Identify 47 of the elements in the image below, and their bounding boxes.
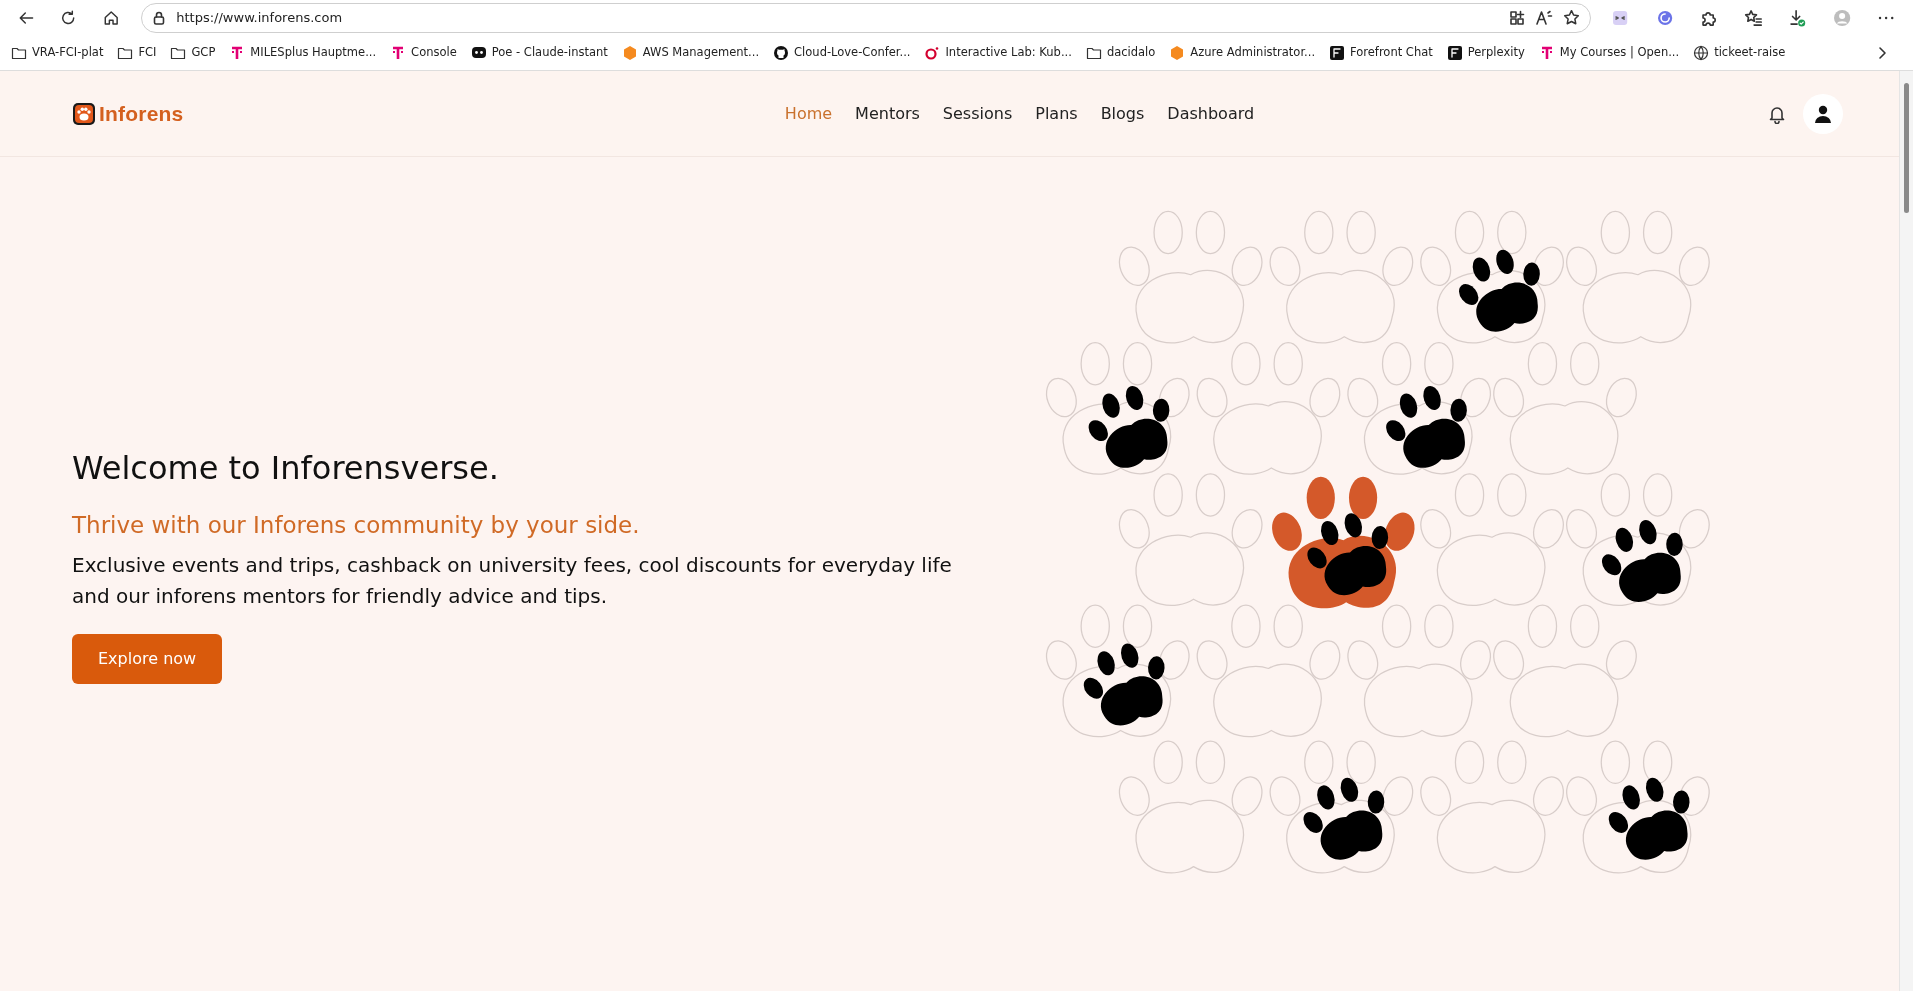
user-account-button[interactable] xyxy=(1803,93,1843,134)
user-icon xyxy=(1813,103,1833,124)
square-logo-icon xyxy=(1446,44,1463,61)
bookmark-link[interactable]: Cloud-Love-Confer... xyxy=(768,41,916,64)
hero-description: Exclusive events and trips, cashback on university fees, cool discounts for everyday life and our inforens mentors for friendly advice and tips. xyxy=(72,552,952,611)
nav-link[interactable]: Blogs xyxy=(1100,101,1145,126)
bookmark-link[interactable]: dacidalo xyxy=(1080,41,1161,64)
bookmark-link[interactable]: Interactive Lab: Kub... xyxy=(919,41,1077,64)
chat-bubble-icon xyxy=(470,44,487,61)
bookmark-link[interactable]: MILESplus Hauptme... xyxy=(224,41,382,64)
bookmark-link[interactable]: Forefront Chat xyxy=(1324,41,1438,64)
scrollbar-thumb[interactable] xyxy=(1904,83,1909,213)
lock-icon xyxy=(152,10,167,25)
bookmark-link[interactable]: GCP xyxy=(165,41,221,64)
bookmark-link[interactable]: FCI xyxy=(112,41,162,64)
hero-subheading: Thrive with our Inforens community by your side. xyxy=(72,510,641,540)
bookmark-link[interactable]: Azure Administrator... xyxy=(1164,41,1321,64)
hexagon-icon xyxy=(621,44,638,61)
brand-name[interactable]: Inforens xyxy=(99,97,184,130)
download-icon[interactable] xyxy=(1788,7,1807,28)
explore-button[interactable]: Explore now xyxy=(72,634,223,685)
bookmark-link[interactable]: Poe - Claude-instant xyxy=(465,41,613,64)
ring-icon xyxy=(924,44,941,61)
read-aloud-icon[interactable] xyxy=(1535,9,1554,26)
bookmark-link[interactable]: Perplexity xyxy=(1441,41,1530,64)
bookmark-link[interactable]: tickeet-raise xyxy=(1688,41,1791,64)
bookmark-link[interactable]: Console xyxy=(385,41,462,64)
home-icon[interactable] xyxy=(102,8,120,27)
nav-link[interactable]: Mentors xyxy=(855,101,920,126)
nav-link[interactable]: Plans xyxy=(1035,101,1078,126)
octocat-icon xyxy=(773,44,790,61)
nav-link[interactable]: Sessions xyxy=(942,101,1013,126)
favorites-icon[interactable] xyxy=(1744,7,1763,28)
nav-link[interactable]: Dashboard xyxy=(1167,101,1255,126)
globe-icon xyxy=(1693,44,1710,61)
scrollbar[interactable] xyxy=(1899,71,1913,991)
reload-icon[interactable] xyxy=(60,8,77,27)
url-text: https://www.inforens.com xyxy=(176,8,344,27)
bookmark-link[interactable]: VRA-FCI-plat xyxy=(6,41,109,64)
hexagon-icon xyxy=(1169,44,1186,61)
square-logo-icon xyxy=(1329,44,1346,61)
bookmark-link[interactable]: My Courses | Open... xyxy=(1533,41,1685,64)
bookmark-link[interactable]: AWS Management... xyxy=(616,41,765,64)
star-icon[interactable] xyxy=(1563,9,1581,26)
app-add-icon[interactable] xyxy=(1509,9,1526,26)
hero-heading: Welcome to Inforensverse. xyxy=(72,447,500,489)
paw-logo-icon[interactable] xyxy=(72,101,96,126)
